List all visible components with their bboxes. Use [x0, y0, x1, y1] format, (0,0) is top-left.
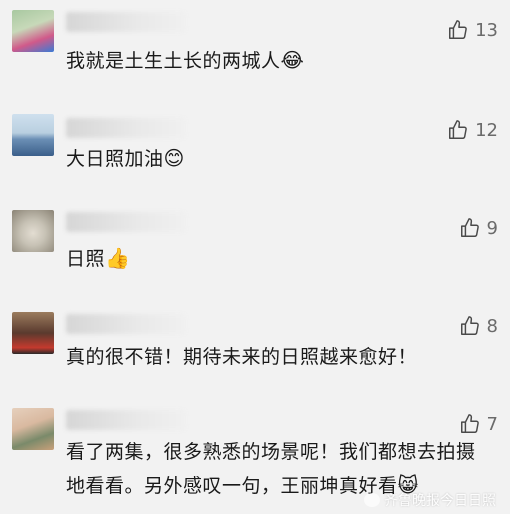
emoji: 😊 [163, 146, 185, 170]
avatar[interactable] [12, 312, 54, 354]
username-blurred[interactable] [66, 118, 186, 138]
wechat-icon [364, 493, 380, 507]
like-button[interactable]: 13 [447, 18, 498, 42]
watermark: 齐鲁晚报今日日照 [364, 490, 496, 510]
emoji: 👍 [105, 246, 131, 270]
comment-text: 大日照加油😊 [66, 146, 185, 170]
username-blurred[interactable] [66, 410, 186, 430]
avatar[interactable] [12, 210, 54, 252]
watermark-text: 齐鲁晚报今日日照 [384, 493, 496, 509]
like-count: 9 [486, 217, 498, 239]
like-count: 13 [475, 19, 498, 41]
comment-text: 日照👍 [66, 246, 131, 270]
comment-text: 真的很不错！期待未来的日照越来愈好！ [66, 346, 418, 368]
emoji: 😂 [280, 48, 305, 72]
like-button[interactable]: 7 [459, 412, 498, 436]
avatar[interactable] [12, 114, 54, 156]
like-button[interactable]: 12 [447, 118, 498, 142]
username-blurred[interactable] [66, 12, 186, 32]
username-blurred[interactable] [66, 212, 186, 232]
avatar[interactable] [12, 10, 54, 52]
like-count: 12 [475, 119, 498, 141]
thumbs-up-icon [449, 120, 467, 139]
like-button[interactable]: 8 [459, 314, 498, 338]
thumbs-up-icon [449, 20, 467, 39]
username-blurred[interactable] [66, 314, 186, 334]
comment-text: 我就是土生土长的两城人😂 [66, 48, 305, 72]
like-button[interactable]: 9 [459, 216, 498, 240]
like-count: 7 [486, 413, 498, 435]
thumbs-up-icon [460, 218, 479, 237]
like-count: 8 [486, 315, 498, 337]
thumbs-up-icon [460, 316, 479, 335]
avatar[interactable] [12, 408, 54, 450]
thumbs-up-icon [460, 414, 479, 433]
